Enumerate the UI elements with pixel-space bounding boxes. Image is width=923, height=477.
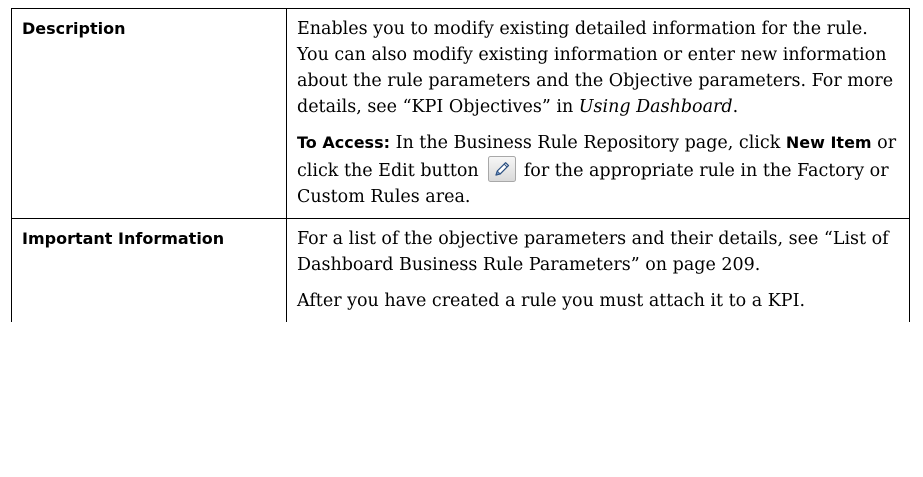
access-lead: To Access: — [297, 133, 390, 152]
access-text-1: In the Business Rule Repository page, cl… — [390, 133, 786, 153]
row-content-description: Enables you to modify existing detailed … — [286, 8, 910, 219]
description-tail: . — [732, 97, 739, 117]
new-item-term: New Item — [785, 133, 872, 152]
label-text: Important Information — [22, 229, 225, 248]
guide-reference: Using Dashboard — [578, 97, 733, 117]
row-label-important: Important Information — [11, 218, 287, 322]
description-paragraph: Enables you to modify existing detailed … — [297, 16, 901, 120]
row-label-description: Description — [11, 8, 287, 219]
row-content-important: For a list of the objective parameters a… — [286, 218, 910, 322]
info-table: Description Enables you to modify existi… — [11, 8, 910, 322]
label-text: Description — [22, 19, 126, 38]
table-row-important: Important Information For a list of the … — [11, 218, 910, 322]
table-row-description: Description Enables you to modify existi… — [11, 8, 910, 219]
access-paragraph: To Access: In the Business Rule Reposito… — [297, 130, 901, 210]
attach-paragraph: After you have created a rule you must a… — [297, 291, 806, 311]
pencil-edit-icon — [488, 156, 517, 182]
parameters-paragraph: For a list of the objective parameters a… — [297, 229, 889, 275]
